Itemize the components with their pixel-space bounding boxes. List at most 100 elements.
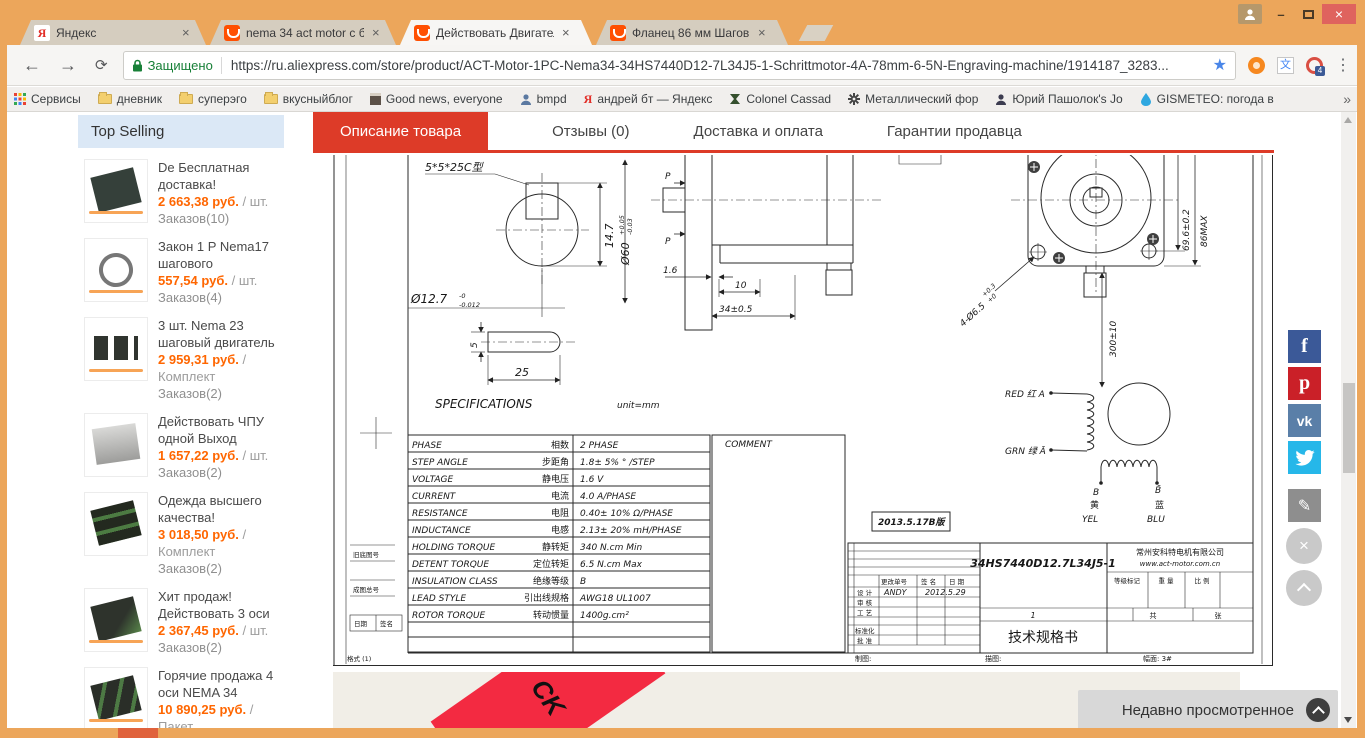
edit-pencil-button[interactable]: ✎ <box>1288 489 1321 522</box>
translate-extension-icon[interactable]: 文 <box>1277 56 1294 74</box>
bookmark-cassad[interactable]: Colonel Cassad <box>729 92 831 106</box>
new-tab-button[interactable] <box>798 25 834 41</box>
browser-toolbar: ← → ⟳ Защищено https://ru.aliexpress.com… <box>0 45 1365 86</box>
tab-feedback[interactable]: Отзывы (0) <box>552 112 629 150</box>
scroll-top-button[interactable] <box>1286 570 1322 606</box>
maximize-button[interactable] <box>1297 4 1319 24</box>
dim-frame-size: 86MAX <box>1200 215 1210 247</box>
product-title[interactable]: De Бесплатная доставка! <box>158 159 278 193</box>
yandex-icon: Я <box>583 91 593 106</box>
scrollbar-up-arrow[interactable] <box>1344 117 1352 123</box>
product-title[interactable]: Закон 1 P Nema17 шагового <box>158 238 278 272</box>
pinterest-share-button[interactable]: p <box>1288 367 1321 400</box>
tab-guarantee[interactable]: Гарантии продавца <box>887 112 1022 150</box>
bookmark-bmpd[interactable]: bmpd <box>520 92 567 106</box>
scrollbar-thumb[interactable] <box>1342 383 1355 473</box>
product-title[interactable]: Горячие продажа 4 оси NEMA 34 <box>158 667 278 701</box>
spec-en: PHASE <box>412 441 442 451</box>
comment-header: COMMENT <box>725 440 773 450</box>
list-item[interactable]: 3 шт. Nema 23 шаговый двигатель 2 959,31… <box>78 306 284 402</box>
folder-icon <box>263 92 278 104</box>
bookmark-andrey[interactable]: Яандрей бт — Яндекс <box>584 92 713 107</box>
menu-icon[interactable]: ⋮ <box>1335 55 1351 75</box>
spec-en: CURRENT <box>412 492 457 502</box>
motor-side-view: P P 1.6 10 34±0.5 <box>651 148 881 331</box>
spec-value: 1.6 V <box>580 475 604 485</box>
reload-icon[interactable]: ⟳ <box>95 58 108 73</box>
tb-change-col: 更改单号 <box>881 577 908 586</box>
bookmark-metalforum[interactable]: Металлический фор <box>848 92 978 106</box>
url-text[interactable]: https://ru.aliexpress.com/store/product/… <box>231 58 1205 73</box>
bookmark-services[interactable]: Сервисы <box>14 92 81 106</box>
spec-cn: 电阻 <box>551 507 569 519</box>
bookmark-goodnews[interactable]: Good news, everyone <box>369 92 503 106</box>
tb-total-right: 张 <box>1215 611 1222 620</box>
list-item[interactable]: Закон 1 P Nema17 шагового 557,54 руб. / … <box>78 227 284 306</box>
list-item[interactable]: Действовать ЧПУ одной Выход 1 657,22 руб… <box>78 402 284 481</box>
list-item[interactable]: De Бесплатная доставка! 2 663,38 руб. / … <box>78 148 284 227</box>
spec-cn: 静转矩 <box>542 541 569 553</box>
tab-description[interactable]: Описание товара <box>313 112 489 150</box>
spec-cn: 转动惯量 <box>533 609 569 621</box>
dim-front-length: 34±0.5 <box>719 305 753 315</box>
tab-close-icon[interactable]: × <box>758 25 766 40</box>
product-title[interactable]: Хит продаж! Действовать 3 оси <box>158 588 278 622</box>
folder-icon <box>97 92 112 104</box>
product-price: 1 657,22 руб. <box>158 448 239 463</box>
spec-cn: 绝缘等级 <box>533 575 569 587</box>
dim-shaft-tol-top: -0 <box>459 292 465 300</box>
extension-icon-2[interactable]: 4 <box>1306 56 1325 76</box>
forward-icon[interactable]: → <box>59 56 77 74</box>
bookmark-pasholok[interactable]: Юрий Пашолок's Jo <box>995 92 1123 106</box>
tab-shipping[interactable]: Доставка и оплата <box>694 112 823 150</box>
product-price: 3 018,50 руб. <box>158 527 239 542</box>
minimize-button[interactable]: – <box>1270 4 1292 24</box>
bookmark-superego[interactable]: суперэго <box>178 92 247 106</box>
wire-yellow-cn: 黄 <box>1090 499 1099 511</box>
chevron-up-icon[interactable] <box>1306 698 1330 722</box>
recently-viewed-bar[interactable]: Недавно просмотренное <box>1078 690 1338 730</box>
bookmark-star-icon[interactable]: ★ <box>1213 55 1227 75</box>
tab-close-icon[interactable]: × <box>372 25 380 40</box>
tab-close-icon[interactable]: × <box>182 25 190 40</box>
wire-green-label: GRN 绿 Ā <box>1005 446 1046 457</box>
list-item[interactable]: Хит продаж! Действовать 3 оси 2 367,45 р… <box>78 577 284 656</box>
address-bar[interactable]: Защищено https://ru.aliexpress.com/store… <box>122 50 1236 80</box>
browser-tab-active[interactable]: Действовать Двигатель × <box>400 20 592 45</box>
product-price: 2 367,45 руб. <box>158 623 239 638</box>
browser-tab-yandex[interactable]: Я Яндекс × <box>20 20 206 45</box>
extension-icon-1[interactable] <box>1248 56 1265 74</box>
browser-tab-flange[interactable]: Фланец 86 мм Шаговые × <box>596 20 788 45</box>
product-title[interactable]: Действовать ЧПУ одной Выход <box>158 413 278 447</box>
margin-old-no: 旧底图号 <box>353 550 380 559</box>
vk-share-button[interactable]: vk <box>1288 404 1321 437</box>
bookmark-foodblog[interactable]: вкусныйблог <box>263 92 353 106</box>
dim-cable-length: 300±10 <box>1109 321 1119 357</box>
scrollbar-down-arrow[interactable] <box>1344 717 1352 723</box>
banner-text: CK <box>525 673 572 722</box>
motor-front-view: 4-Ø6.5 +0.3 +0 69.6±0.2 86MAX 300±10 <box>958 124 1210 388</box>
page-scrollbar[interactable] <box>1341 112 1356 728</box>
bookmark-diary[interactable]: дневник <box>97 92 162 106</box>
list-item[interactable]: Одежда высшего качества! 3 018,50 руб. /… <box>78 481 284 577</box>
close-panel-button[interactable]: × <box>1286 528 1322 564</box>
close-window-button[interactable]: × <box>1322 4 1356 24</box>
wire-yellow-label: YEL <box>1082 515 1098 525</box>
tab-close-icon[interactable]: × <box>562 25 570 40</box>
profile-button[interactable] <box>1238 4 1262 24</box>
wire-blue-label: BLU <box>1147 515 1165 525</box>
dim-mounting-holes: 4-Ø6.5 <box>958 301 988 330</box>
list-item[interactable]: Горячие продажа 4 оси NEMA 34 10 890,25 … <box>78 656 284 728</box>
security-chip[interactable]: Защищено <box>148 58 213 73</box>
product-title[interactable]: Одежда высшего качества! <box>158 492 278 526</box>
spec-value: 2 PHASE <box>580 441 619 451</box>
twitter-share-button[interactable] <box>1288 441 1321 474</box>
tab-title: nema 34 act motor с бес <box>246 25 364 40</box>
maximize-icon <box>1302 9 1314 19</box>
product-title[interactable]: 3 шт. Nema 23 шаговый двигатель <box>158 317 278 351</box>
back-icon[interactable]: ← <box>23 56 41 74</box>
browser-tab-nema34[interactable]: nema 34 act motor с бес × <box>210 20 396 45</box>
bookmark-gismeteo[interactable]: GISMETEO: погода в <box>1140 92 1274 106</box>
bookmarks-overflow-icon[interactable]: » <box>1343 91 1351 107</box>
facebook-share-button[interactable]: f <box>1288 330 1321 363</box>
